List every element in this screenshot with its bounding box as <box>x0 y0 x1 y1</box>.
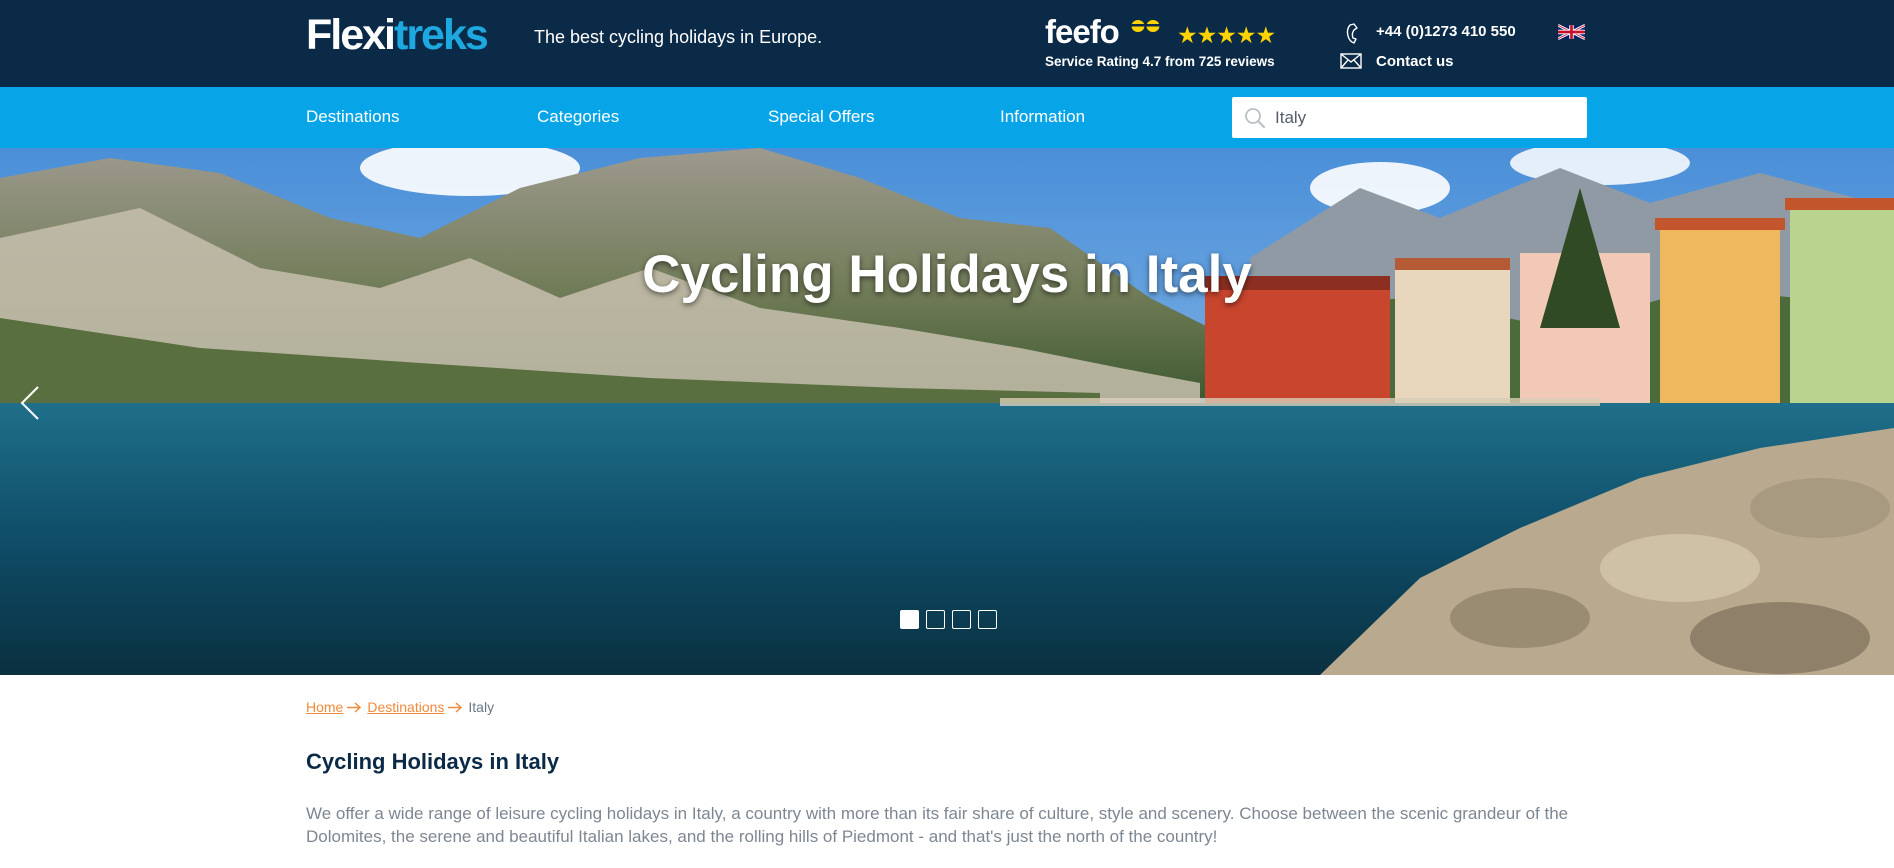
breadcrumb-current: Italy <box>468 699 495 715</box>
main-nav: Destinations Categories Special Offers I… <box>0 87 1894 148</box>
arrow-right-icon <box>448 702 463 713</box>
feefo-rating-widget[interactable]: feefo ★★★★★ Service Rating 4.7 from 725 … <box>1045 14 1285 74</box>
site-header: Flexitreks The best cycling holidays in … <box>0 0 1894 87</box>
slider-dot-1[interactable] <box>900 610 919 629</box>
hero-slider: Cycling Holidays in Italy <box>0 148 1894 675</box>
mail-icon <box>1340 53 1362 69</box>
phone-icon <box>1346 23 1358 44</box>
feefo-logo: feefo <box>1045 13 1120 50</box>
star-rating-icon: ★★★★★ <box>1177 22 1276 48</box>
search-box <box>1232 97 1587 138</box>
site-logo[interactable]: Flexitreks <box>306 11 489 59</box>
logo-text-part2: treks <box>394 11 489 59</box>
breadcrumb-destinations[interactable]: Destinations <box>367 699 444 715</box>
slider-dot-3[interactable] <box>952 610 971 629</box>
search-icon[interactable] <box>1244 107 1266 129</box>
slider-dot-2[interactable] <box>926 610 945 629</box>
phone-number-link[interactable]: +44 (0)1273 410 550 <box>1376 23 1516 40</box>
nav-item-destinations[interactable]: Destinations <box>306 107 400 127</box>
nav-item-categories[interactable]: Categories <box>537 107 619 127</box>
hero-title: Cycling Holidays in Italy <box>642 245 1252 304</box>
hero-image <box>0 148 1894 675</box>
nav-item-special-offers[interactable]: Special Offers <box>768 107 874 127</box>
nav-item-information[interactable]: Information <box>1000 107 1085 127</box>
slider-prev-arrow-icon[interactable] <box>18 383 42 423</box>
breadcrumb: Home Destinations Italy <box>306 699 494 715</box>
uk-flag-icon[interactable] <box>1558 24 1585 40</box>
page-title: Cycling Holidays in Italy <box>306 749 560 774</box>
feefo-rating-text: Service Rating 4.7 from 725 reviews <box>1045 54 1275 69</box>
site-tagline: The best cycling holidays in Europe. <box>534 27 823 47</box>
contact-us-link[interactable]: Contact us <box>1376 53 1454 70</box>
intro-paragraph: We offer a wide range of leisure cycling… <box>306 804 1569 846</box>
search-input[interactable] <box>1272 97 1577 138</box>
logo-text-part1: Flexi <box>306 11 396 59</box>
slider-dot-4[interactable] <box>978 610 997 629</box>
feefo-eyes-icon <box>1131 20 1161 32</box>
breadcrumb-home[interactable]: Home <box>306 699 343 715</box>
arrow-right-icon <box>347 702 362 713</box>
